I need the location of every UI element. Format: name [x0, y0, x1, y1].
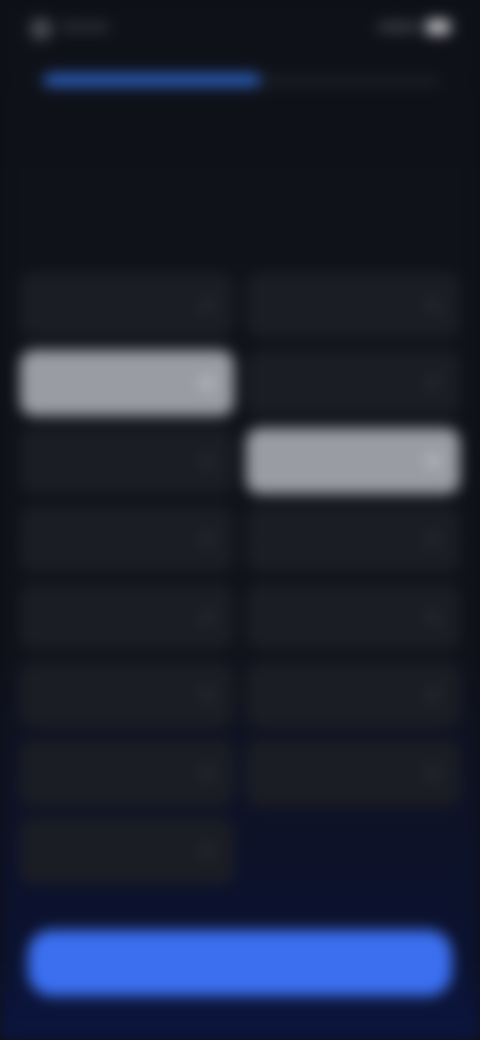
- option-check-icon: [426, 766, 440, 780]
- option-tile[interactable]: [246, 740, 460, 806]
- status-indicators: [370, 20, 450, 36]
- battery-icon: [426, 20, 450, 34]
- option-tile[interactable]: [20, 662, 234, 728]
- status-bar: [30, 14, 450, 42]
- option-check-icon: [426, 532, 440, 546]
- onboarding-screen: [0, 0, 480, 1040]
- option-tile[interactable]: [246, 506, 460, 572]
- option-check-icon: [426, 610, 440, 624]
- option-check-icon: [200, 844, 214, 858]
- option-check-icon: [200, 532, 214, 546]
- option-tile[interactable]: [20, 506, 234, 572]
- status-carrier: [60, 22, 110, 32]
- option-check-icon: [426, 454, 440, 468]
- option-tile[interactable]: [20, 740, 234, 806]
- option-tile[interactable]: [20, 272, 234, 338]
- option-tile-selected[interactable]: [20, 350, 234, 416]
- option-check-icon: [426, 298, 440, 312]
- option-tile[interactable]: [246, 584, 460, 650]
- progress-fill: [44, 74, 260, 86]
- option-check-icon: [200, 766, 214, 780]
- option-tile[interactable]: [20, 584, 234, 650]
- option-tile-selected[interactable]: [246, 428, 460, 494]
- continue-button[interactable]: [28, 930, 452, 996]
- option-tile[interactable]: [246, 272, 460, 338]
- option-check-icon: [200, 454, 214, 468]
- option-check-icon: [200, 376, 214, 390]
- options-column-left: [20, 272, 234, 896]
- status-avatar-icon: [30, 18, 52, 40]
- signal-icon: [378, 22, 418, 32]
- option-tile[interactable]: [20, 428, 234, 494]
- option-check-icon: [200, 610, 214, 624]
- option-check-icon: [200, 688, 214, 702]
- options-column-right: [246, 272, 460, 818]
- option-check-icon: [426, 688, 440, 702]
- option-tile[interactable]: [246, 662, 460, 728]
- option-check-icon: [426, 376, 440, 390]
- option-tile[interactable]: [246, 350, 460, 416]
- option-check-icon: [200, 298, 214, 312]
- option-tile[interactable]: [20, 818, 234, 884]
